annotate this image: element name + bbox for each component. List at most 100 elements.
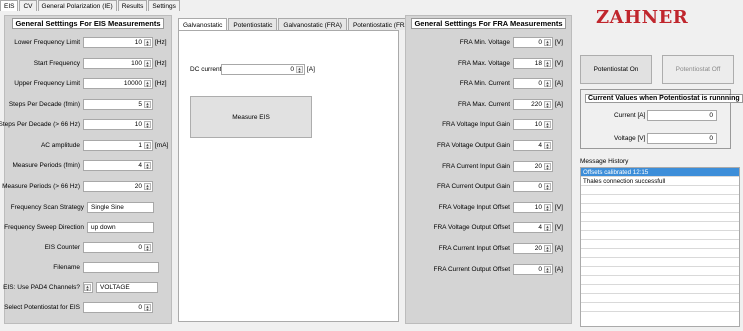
measure-eis-button[interactable]: Measure EIS [190, 96, 312, 138]
setting-label-row: FRA Min. Current [405, 78, 510, 90]
spin-arrows-icon[interactable]: ▲ ▼ [144, 59, 151, 67]
select-potentiostat-field[interactable]: 0 ▲ ▼ [83, 302, 153, 313]
spin-arrows-icon[interactable]: ▲ ▼ [544, 142, 551, 150]
empty-list-row [581, 249, 739, 258]
setting-label-row: FRA Current Input Gain [405, 161, 510, 173]
pad4-channel-field[interactable]: VOLTAGE [96, 282, 158, 293]
setting-numeric-field[interactable]: 0 ▲ ▼ [513, 181, 553, 193]
spin-arrows-icon[interactable]: ▲ ▼ [544, 59, 551, 67]
setting-numeric-field[interactable]: 10 ▲ ▼ [513, 119, 553, 131]
setting-numeric-field[interactable]: 20 ▲ ▼ [513, 160, 553, 172]
setting-numeric-field[interactable]: 20 ▲ ▼ [83, 180, 153, 192]
setting-numeric-field[interactable]: 10 ▲ ▼ [83, 37, 153, 48]
setting-numeric-field[interactable]: 4 ▲ ▼ [83, 160, 153, 171]
spin-arrows-icon[interactable]: ▲ ▼ [544, 162, 551, 170]
list-item[interactable]: Offsets calibrated 12:15 [581, 168, 739, 177]
setting-numeric-field[interactable]: 100 ▲ ▼ [83, 57, 153, 69]
list-item[interactable]: Thales connection successfull [581, 177, 739, 186]
spin-arrows-icon[interactable]: ▲ ▼ [84, 284, 91, 292]
spin-arrows-icon[interactable]: ▲ ▼ [544, 100, 551, 108]
setting-label-row: FRA Voltage Input Offset [405, 202, 510, 214]
current-values-title: Current Values when Potentiostat is runn… [585, 94, 743, 103]
setting-label: FRA Max. Voltage [457, 59, 510, 67]
spin-arrows-icon[interactable]: ▲ ▼ [544, 183, 551, 191]
spin-arrows-icon[interactable]: ▲ ▼ [544, 245, 551, 253]
tab-general-polarization[interactable]: General Polarization (IE) [37, 0, 117, 11]
setting-unit: [A] [555, 245, 563, 252]
setting-unit: [mA] [155, 141, 169, 149]
setting-label-row: FRA Voltage Output Gain [405, 140, 510, 152]
setting-numeric-field[interactable]: 0 ▲ ▼ [513, 37, 553, 48]
spin-arrows-icon[interactable]: ▲ ▼ [544, 224, 551, 232]
setting-numeric-field[interactable]: 10 ▲ ▼ [83, 119, 153, 130]
setting-numeric-field[interactable]: 0 ▲ ▼ [513, 78, 553, 90]
tab-eis[interactable]: EIS [0, 0, 19, 11]
tab-results[interactable]: Results [117, 0, 148, 11]
setting-numeric-field[interactable]: 1 ▲ ▼ [83, 139, 153, 151]
setting-label-row: Lower Frequency Limit [4, 37, 80, 49]
spin-arrows-icon[interactable]: ▲ ▼ [144, 100, 151, 108]
spin-arrows-icon[interactable]: ▲ ▼ [144, 39, 151, 47]
setting-numeric-field[interactable]: 10 ▲ ▼ [513, 201, 553, 213]
spin-arrows-icon[interactable]: ▲ ▼ [144, 244, 151, 252]
spin-arrows-icon[interactable]: ▲ ▼ [144, 304, 151, 312]
setting-label-row: Start Frequency [4, 58, 80, 70]
spin-arrows-icon[interactable]: ▲ ▼ [144, 182, 151, 190]
setting-numeric-field[interactable]: 10000 ▲ ▼ [83, 78, 153, 89]
tab-galvanostatic[interactable]: Galvanostatic [178, 18, 228, 30]
current-values-box: Current Values when Potentiostat is runn… [580, 89, 743, 149]
setting-label-row: FRA Max. Voltage [405, 58, 510, 70]
spin-arrows-icon[interactable]: ▲ ▼ [144, 121, 151, 129]
setting-label: AC amplitude [40, 141, 80, 149]
setting-label-row: AC amplitude [4, 140, 80, 152]
current-value-field: 0 [647, 110, 717, 121]
setting-numeric-field[interactable]: 18 ▲ ▼ [513, 57, 553, 69]
spin-arrows-icon[interactable]: ▲ ▼ [144, 162, 151, 170]
empty-list-row [581, 186, 739, 195]
setting-label: Start Frequency [33, 59, 80, 67]
sweep-direction-field[interactable]: up down [87, 222, 154, 233]
voltage-label: Voltage [V] [614, 135, 646, 142]
tab-potentiostatic[interactable]: Potentiostatic [228, 18, 278, 30]
spin-arrows-icon[interactable]: ▲ ▼ [544, 39, 551, 47]
tab-cv[interactable]: CV [19, 0, 37, 11]
setting-unit: [Hz] [155, 80, 167, 87]
message-history-list[interactable]: Offsets calibrated 12:15 Thales connecti… [580, 167, 740, 327]
setting-numeric-field[interactable]: 4 ▲ ▼ [513, 222, 553, 234]
pad4-index-stepper[interactable]: ▲ ▼ [83, 282, 93, 293]
spin-arrows-icon[interactable]: ▲ ▼ [544, 203, 551, 211]
setting-label-row: Steps Per Decade (fmin) [4, 99, 80, 111]
fra-settings-title: General Setttings For FRA Measurements [406, 18, 571, 29]
setting-numeric-field[interactable]: 20 ▲ ▼ [513, 243, 553, 254]
potentiostat-on-button[interactable]: Potentiostat On [580, 55, 652, 84]
empty-list-row [581, 303, 739, 312]
dc-current-field[interactable]: 0 ▲ ▼ [221, 64, 305, 75]
eis-settings-title: General Setttings For EIS Measurements [5, 18, 171, 29]
spin-arrows-icon[interactable]: ▲ ▼ [144, 80, 151, 88]
filename-field[interactable] [83, 262, 159, 273]
setting-label: FRA Current Output Gain [437, 183, 510, 191]
empty-list-row [581, 294, 739, 303]
eis-counter-row: EIS Counter [4, 242, 80, 254]
pad4-label: EIS: Use PAD4 Channels? [3, 284, 80, 291]
scan-strategy-field[interactable]: Single Sine [87, 202, 154, 213]
setting-unit: [A] [555, 80, 563, 88]
eis-counter-label: EIS Counter [44, 244, 80, 251]
sweep-direction-label: Frequency Sweep Direction [4, 224, 84, 231]
setting-numeric-field[interactable]: 220 ▲ ▼ [513, 98, 553, 110]
spin-arrows-icon[interactable]: ▲ ▼ [544, 121, 551, 129]
setting-numeric-field[interactable]: 0 ▲ ▼ [513, 263, 553, 275]
eis-counter-field[interactable]: 0 ▲ ▼ [83, 242, 153, 253]
setting-label-row: FRA Current Output Offset [405, 264, 510, 276]
spin-arrows-icon[interactable]: ▲ ▼ [544, 80, 551, 88]
spin-arrows-icon[interactable]: ▲ ▼ [296, 66, 303, 74]
spin-arrows-icon[interactable]: ▲ ▼ [144, 141, 151, 149]
spin-arrows-icon[interactable]: ▲ ▼ [544, 265, 551, 273]
tab-galvanostatic-fra[interactable]: Galvanostatic (FRA) [278, 18, 347, 30]
setting-numeric-field[interactable]: 5 ▲ ▼ [83, 98, 153, 110]
setting-numeric-field[interactable]: 4 ▲ ▼ [513, 140, 553, 151]
setting-unit: [A] [555, 100, 563, 108]
potentiostat-off-button[interactable]: Potentiostat Off [662, 55, 734, 84]
tab-settings[interactable]: Settings [148, 0, 180, 11]
setting-label-row: FRA Current Input Offset [405, 243, 510, 255]
